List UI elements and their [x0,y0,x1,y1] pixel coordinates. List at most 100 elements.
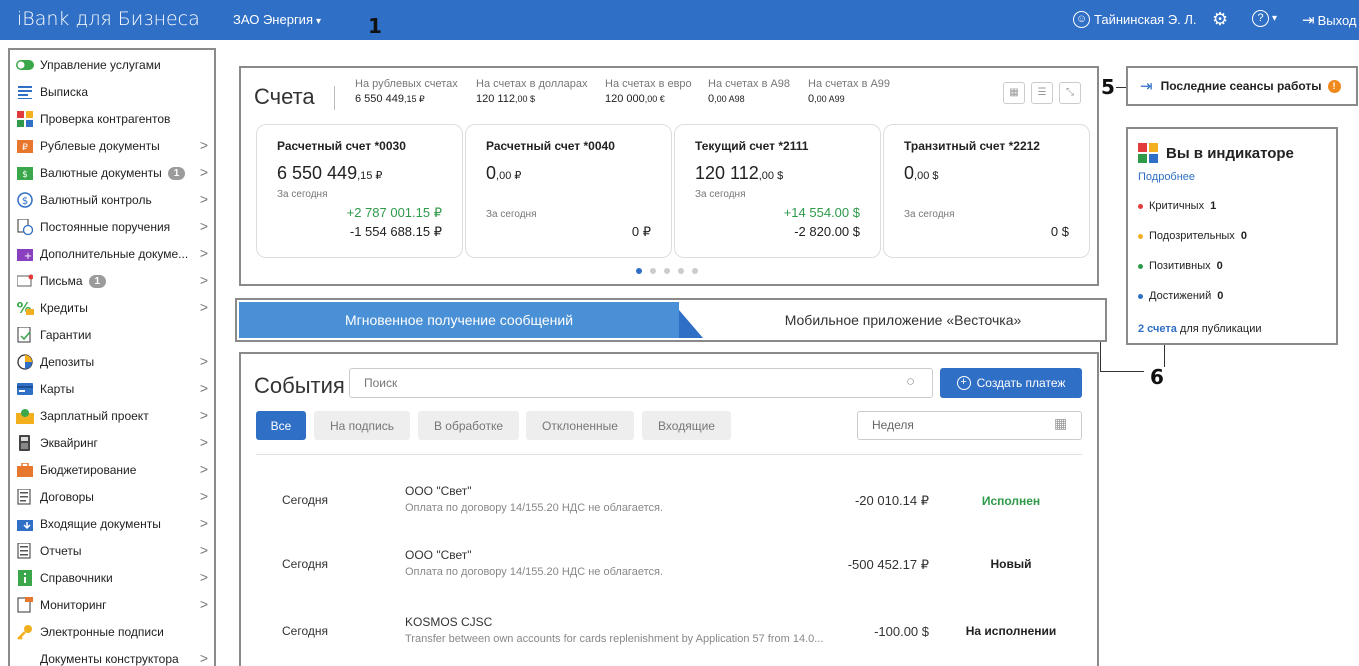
indicator-suspicious[interactable]: Подозрительных 0 [1138,230,1247,242]
account-name: Текущий счет *2111 [695,139,809,153]
sidebar-item-reports[interactable]: Отчеты > [16,539,212,563]
pagination-dot[interactable] [692,268,698,274]
pagination-dot[interactable] [678,268,684,274]
sidebar-item-contracts[interactable]: Договоры > [16,485,212,509]
account-card[interactable]: Транзитный счет *2212 0,00 $ За сегодня … [883,124,1090,258]
sidebar-item-standing-orders[interactable]: Постоянные поручения > [16,215,212,239]
sidebar-item-additional-docs[interactable]: + Дополнительные докуме... > [16,242,212,266]
sidebar-item-incoming-docs[interactable]: Входящие документы > [16,512,212,536]
search-icon[interactable]: ○ [906,373,915,390]
monitoring-icon [16,597,34,613]
collapse-icon[interactable]: ⤡ [1059,82,1081,104]
event-counterparty: ООО "Свет" [405,548,472,562]
pagination-dot[interactable] [664,268,670,274]
top-bar: iBank для Бизнеса ЗАО Энергия ▾ ☺ Тайнинс… [0,0,1359,40]
bullet-icon [1138,203,1143,209]
summary-label: На рублевых счетах [355,78,458,90]
chevron-right-icon: > [199,272,208,288]
indicator-critical[interactable]: Критичных 1 [1138,200,1216,212]
indicator-achievements[interactable]: Достижений 0 [1138,290,1223,302]
sidebar-item-label: Постоянные поручения [40,220,171,234]
contracts-icon [16,489,34,505]
sidebar-item-salary[interactable]: Зарплатный проект > [16,404,212,428]
status-badge: Новый [990,557,1032,571]
grid-view-icon[interactable]: ▦ [1003,82,1025,104]
help-menu[interactable]: ? ▾ [1252,10,1277,27]
sidebar-item-ruble-docs[interactable]: ₽ Рублевые документы > [16,134,212,158]
account-card[interactable]: Расчетный счет *0030 6 550 449,15 ₽ За с… [256,124,463,258]
indicator-panel: Вы в индикаторе Подробнее Критичных 1 Под… [1126,127,1338,345]
publish-link[interactable]: 2 счета [1138,323,1177,335]
sidebar-item-currency-docs[interactable]: $ Валютные документы 1 > [16,161,212,185]
chevron-right-icon: > [199,299,208,315]
period-selector[interactable]: Неделя [857,411,1082,440]
sidebar-item-label: Мониторинг [40,598,107,612]
sidebar-item-services[interactable]: Управление услугами [16,53,212,77]
sidebar-item-directories[interactable]: Справочники > [16,566,212,590]
sidebar-item-counterparty-check[interactable]: Проверка контрагентов [16,107,212,131]
summary-value: 0,00 A98 [708,93,745,105]
details-link[interactable]: Подробнее [1138,171,1195,183]
sidebar-item-deposits[interactable]: Депозиты > [16,350,212,374]
sidebar-item-cards[interactable]: Карты > [16,377,212,401]
pagination-dot[interactable] [650,268,656,274]
sidebar-item-credits[interactable]: % Кредиты > [16,296,212,320]
user-icon: ☺ [1073,11,1090,28]
today-label: За сегодня [695,189,746,200]
tab-processing[interactable]: В обработке [418,411,519,440]
create-payment-button[interactable]: + Создать платеж [940,368,1082,398]
list-view-icon[interactable]: ☰ [1031,82,1053,104]
organization-selector[interactable]: ЗАО Энергия ▾ [233,12,321,27]
account-balance: 0,00 $ [904,163,939,183]
chevron-right-icon: > [199,353,208,369]
budget-icon [16,462,34,478]
event-amount: -20 010.14 ₽ [854,493,929,508]
gear-icon[interactable]: ⚙ [1212,9,1228,30]
today-label: За сегодня [904,209,955,220]
promo-banner[interactable]: Мгновенное получение сообщений Мобильное… [235,298,1107,342]
account-card[interactable]: Расчетный счет *0040 0,00 ₽ За сегодня 0… [465,124,672,258]
exit-button[interactable]: ⇥ Выход [1302,11,1356,29]
user-menu[interactable]: ☺ Тайнинская Э. Л. [1073,11,1197,28]
event-date: Сегодня [282,557,328,571]
sidebar-item-guarantees[interactable]: Гарантии [16,323,212,347]
chevron-right-icon: > [199,380,208,396]
sidebar-item-label: Валютный контроль [40,193,152,207]
status-badge: Исполнен [981,494,1041,508]
brand-title[interactable]: iBank для Бизнеса [17,8,200,30]
sidebar-item-e-signatures[interactable]: Электронные подписи [16,620,212,644]
indicator-icon [1138,143,1158,163]
warning-icon: ! [1327,79,1341,93]
sidebar-item-label: Гарантии [40,328,92,342]
tab-incoming[interactable]: Входящие [642,411,731,440]
sidebar-item-letters[interactable]: Письма 1 > [16,269,212,293]
last-sessions-button[interactable]: ⇥ Последние сеансы работы ! [1126,66,1358,106]
stat-count: 0 [1240,230,1247,242]
annotation-line [1116,87,1126,88]
tab-rejected[interactable]: Отклоненные [526,411,634,440]
standing-orders-icon [16,219,34,235]
sidebar-item-label: Карты [40,382,75,396]
toggle-icon [16,57,34,73]
bullet-icon [1138,263,1143,269]
tab-to-sign[interactable]: На подпись [314,411,410,440]
indicator-positive[interactable]: Позитивных 0 [1138,260,1223,272]
sidebar-item-monitoring[interactable]: Мониторинг > [16,593,212,617]
acquiring-icon [16,435,34,451]
calendar-icon[interactable]: ▦ [1054,415,1067,432]
pagination-dot[interactable] [636,268,642,274]
search-input[interactable] [349,368,933,398]
tab-all[interactable]: Все [256,411,306,440]
login-icon: ⇥ [1140,78,1153,95]
sidebar-item-statement[interactable]: Выписка [16,80,212,104]
sidebar-item-currency-control[interactable]: $ Валютный контроль > [16,188,212,212]
check-icon [16,111,34,127]
sidebar-item-acquiring[interactable]: Эквайринг > [16,431,212,455]
account-card[interactable]: Текущий счет *2111 120 112,00 $ За сегод… [674,124,881,258]
sidebar-item-budgeting[interactable]: Бюджетирование > [16,458,212,482]
sidebar-item-constructor-docs[interactable]: Документы конструктора > [16,647,212,666]
summary-value: 0,00 A99 [808,93,845,105]
banner-left-text: Мгновенное получение сообщений [239,302,679,338]
chevron-right-icon: > [199,218,208,234]
event-date: Сегодня [282,624,328,638]
